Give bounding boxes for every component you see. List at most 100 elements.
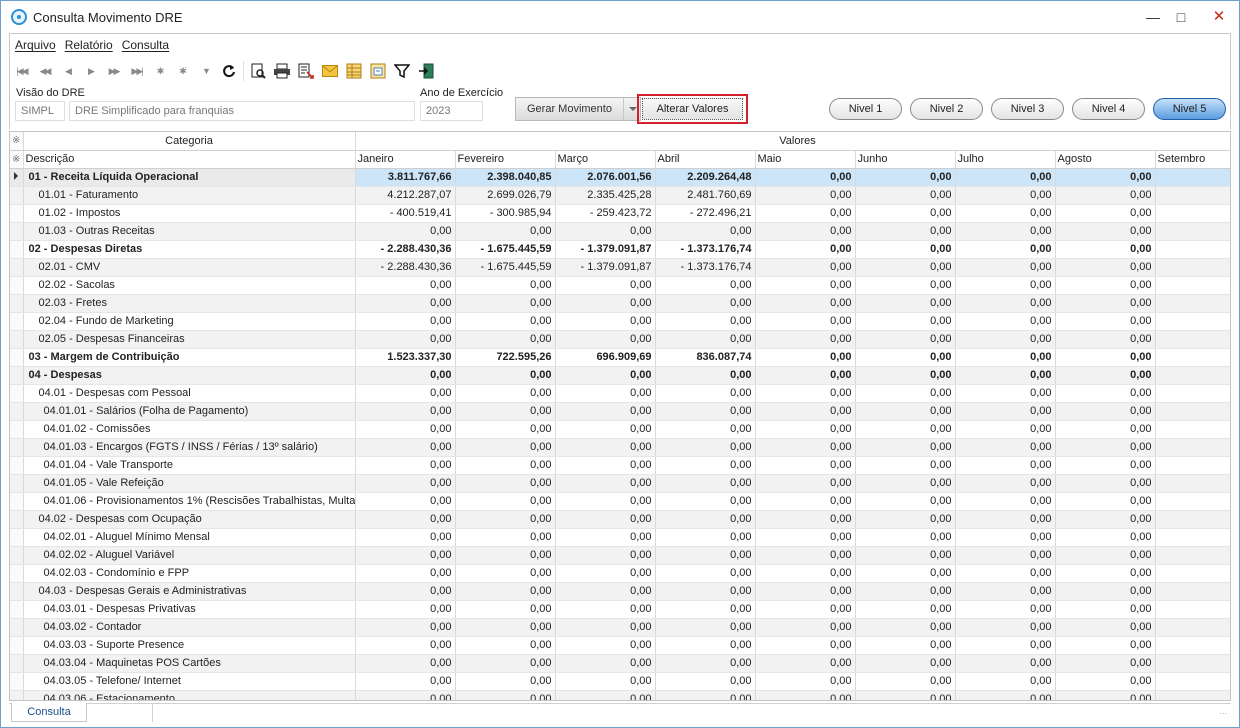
cell-value[interactable] [1155, 240, 1230, 259]
cell-value[interactable]: - 272.496,21 [655, 204, 756, 223]
cell-value[interactable]: 0,00 [755, 564, 856, 583]
row-indicator[interactable] [10, 312, 24, 331]
cell-value[interactable]: 0,00 [855, 600, 956, 619]
cell-value[interactable]: 0,00 [855, 294, 956, 313]
cell-value[interactable]: 0,00 [955, 582, 1056, 601]
cell-descricao[interactable]: 04.02.03 - Condomínio e FPP [23, 564, 356, 583]
cell-value[interactable]: - 2.288.430,36 [355, 258, 456, 277]
cell-value[interactable]: 0,00 [955, 348, 1056, 367]
menu-arquivo[interactable]: Arquivo [15, 38, 56, 56]
resize-grip-icon[interactable]: ⋯ [1219, 709, 1229, 719]
cell-value[interactable]: 0,00 [555, 276, 656, 295]
cell-value[interactable]: 0,00 [855, 276, 956, 295]
prev-page-icon[interactable]: ◀◀ [33, 61, 56, 81]
cell-value[interactable]: 0,00 [655, 636, 756, 655]
cell-value[interactable]: 0,00 [555, 582, 656, 601]
cell-value[interactable]: - 400.519,41 [355, 204, 456, 223]
column-header-month[interactable]: Maio [755, 150, 856, 169]
row-indicator[interactable] [10, 456, 24, 475]
cell-value[interactable]: 0,00 [1055, 258, 1156, 277]
cell-value[interactable]: 0,00 [355, 420, 456, 439]
table-row[interactable]: 04.02.01 - Aluguel Mínimo Mensal 0,00 0,00… [10, 528, 1230, 547]
cell-value[interactable]: 0,00 [755, 510, 856, 529]
table-row[interactable]: 02.02 - Sacolas 0,00 0,00 0,00 0,00 0,00 0,00 0… [10, 276, 1230, 295]
cell-value[interactable]: 0,00 [355, 510, 456, 529]
table-row[interactable]: 04.03 - Despesas Gerais e Administrativa… [10, 582, 1230, 601]
cell-value[interactable]: 0,00 [555, 564, 656, 583]
cell-value[interactable]: 0,00 [855, 168, 956, 187]
cell-value[interactable]: 0,00 [955, 492, 1056, 511]
table-row[interactable]: 01.01 - Faturamento 4.212.287,07 2.699.026… [10, 186, 1230, 205]
cell-value[interactable] [1155, 636, 1230, 655]
table-row[interactable]: 02.01 - CMV - 2.288.430,36- 1.675.445,59-… [10, 258, 1230, 277]
cell-value[interactable]: 0,00 [355, 402, 456, 421]
table-row[interactable]: 03 - Margem de Contribuição 1.523.337,30 7… [10, 348, 1230, 367]
cell-value[interactable]: 0,00 [555, 312, 656, 331]
cell-value[interactable]: 0,00 [955, 366, 1056, 385]
cell-value[interactable]: 0,00 [955, 330, 1056, 349]
cell-value[interactable]: 0,00 [755, 402, 856, 421]
nivel-1-button[interactable]: Nivel 1 [829, 98, 902, 120]
cell-value[interactable]: 0,00 [1055, 348, 1156, 367]
ano-field[interactable]: 2023 [420, 101, 483, 121]
cell-value[interactable]: 0,00 [655, 654, 756, 673]
cell-value[interactable]: 0,00 [955, 402, 1056, 421]
cell-value[interactable]: 836.087,74 [655, 348, 756, 367]
cell-value[interactable]: 0,00 [955, 186, 1056, 205]
cell-value[interactable]: 0,00 [655, 294, 756, 313]
cell-value[interactable]: 0,00 [655, 564, 756, 583]
cell-value[interactable]: 0,00 [1055, 690, 1156, 700]
cell-value[interactable] [1155, 438, 1230, 457]
cell-descricao[interactable]: 04.03.02 - Contador [23, 618, 356, 637]
email-icon[interactable] [318, 61, 342, 81]
cell-descricao[interactable]: 04.01.03 - Encargos (FGTS / INSS / Féria… [23, 438, 356, 457]
cell-value[interactable]: 0,00 [755, 690, 856, 700]
cell-value[interactable]: 0,00 [755, 312, 856, 331]
cell-value[interactable]: 0,00 [555, 330, 656, 349]
cell-value[interactable]: 2.335.425,28 [555, 186, 656, 205]
cell-value[interactable]: 0,00 [1055, 384, 1156, 403]
cell-value[interactable]: 0,00 [955, 420, 1056, 439]
cell-value[interactable]: 0,00 [455, 618, 556, 637]
cell-value[interactable]: 0,00 [855, 546, 956, 565]
cell-value[interactable]: 0,00 [355, 636, 456, 655]
row-indicator[interactable] [10, 546, 24, 565]
cell-value[interactable]: 0,00 [355, 222, 456, 241]
cell-value[interactable]: 0,00 [455, 402, 556, 421]
cell-value[interactable]: - 1.373.176,74 [655, 240, 756, 259]
last-record-icon[interactable]: ▶▶| [125, 61, 148, 81]
cell-value[interactable]: 0,00 [455, 546, 556, 565]
cell-value[interactable]: 0,00 [1055, 492, 1156, 511]
menu-relatorio[interactable]: Relatório [65, 38, 113, 56]
cell-value[interactable]: 0,00 [755, 582, 856, 601]
cell-value[interactable]: 0,00 [555, 492, 656, 511]
cell-descricao[interactable]: 04.01.06 - Provisionamentos 1% (Rescisõe… [23, 492, 356, 511]
cell-value[interactable]: 0,00 [1055, 366, 1156, 385]
cell-value[interactable]: 0,00 [755, 366, 856, 385]
cell-value[interactable]: 0,00 [955, 636, 1056, 655]
cell-value[interactable]: 0,00 [1055, 546, 1156, 565]
table-row[interactable]: 04.03.02 - Contador 0,00 0,00 0,00 0,00 0,00 0… [10, 618, 1230, 637]
cell-value[interactable]: 0,00 [955, 312, 1056, 331]
gerar-movimento-button[interactable]: Gerar Movimento [515, 97, 641, 121]
cell-value[interactable]: 0,00 [555, 600, 656, 619]
cell-value[interactable] [1155, 474, 1230, 493]
row-indicator[interactable] [10, 204, 24, 223]
cell-value[interactable] [1155, 564, 1230, 583]
visao-code-field[interactable]: SIMPL [15, 101, 65, 121]
cell-value[interactable]: 0,00 [455, 654, 556, 673]
cell-value[interactable]: 0,00 [855, 582, 956, 601]
cell-descricao[interactable]: 04.03.06 - Estacionamento [23, 690, 356, 700]
cell-value[interactable]: 0,00 [755, 186, 856, 205]
cell-descricao[interactable]: 01.01 - Faturamento [23, 186, 356, 205]
cell-value[interactable]: 0,00 [955, 654, 1056, 673]
export-icon[interactable] [294, 61, 318, 81]
cell-value[interactable]: 0,00 [555, 384, 656, 403]
cell-value[interactable]: 0,00 [855, 492, 956, 511]
cell-value[interactable]: - 1.379.091,87 [555, 240, 656, 259]
column-header-month[interactable]: Fevereiro [455, 150, 556, 169]
cell-descricao[interactable]: 01.03 - Outras Receitas [23, 222, 356, 241]
cell-value[interactable]: 2.209.264,48 [655, 168, 756, 187]
cell-value[interactable]: 0,00 [355, 438, 456, 457]
table-row[interactable]: 04.03.03 - Suporte Presence 0,00 0,00 0,00 0… [10, 636, 1230, 655]
